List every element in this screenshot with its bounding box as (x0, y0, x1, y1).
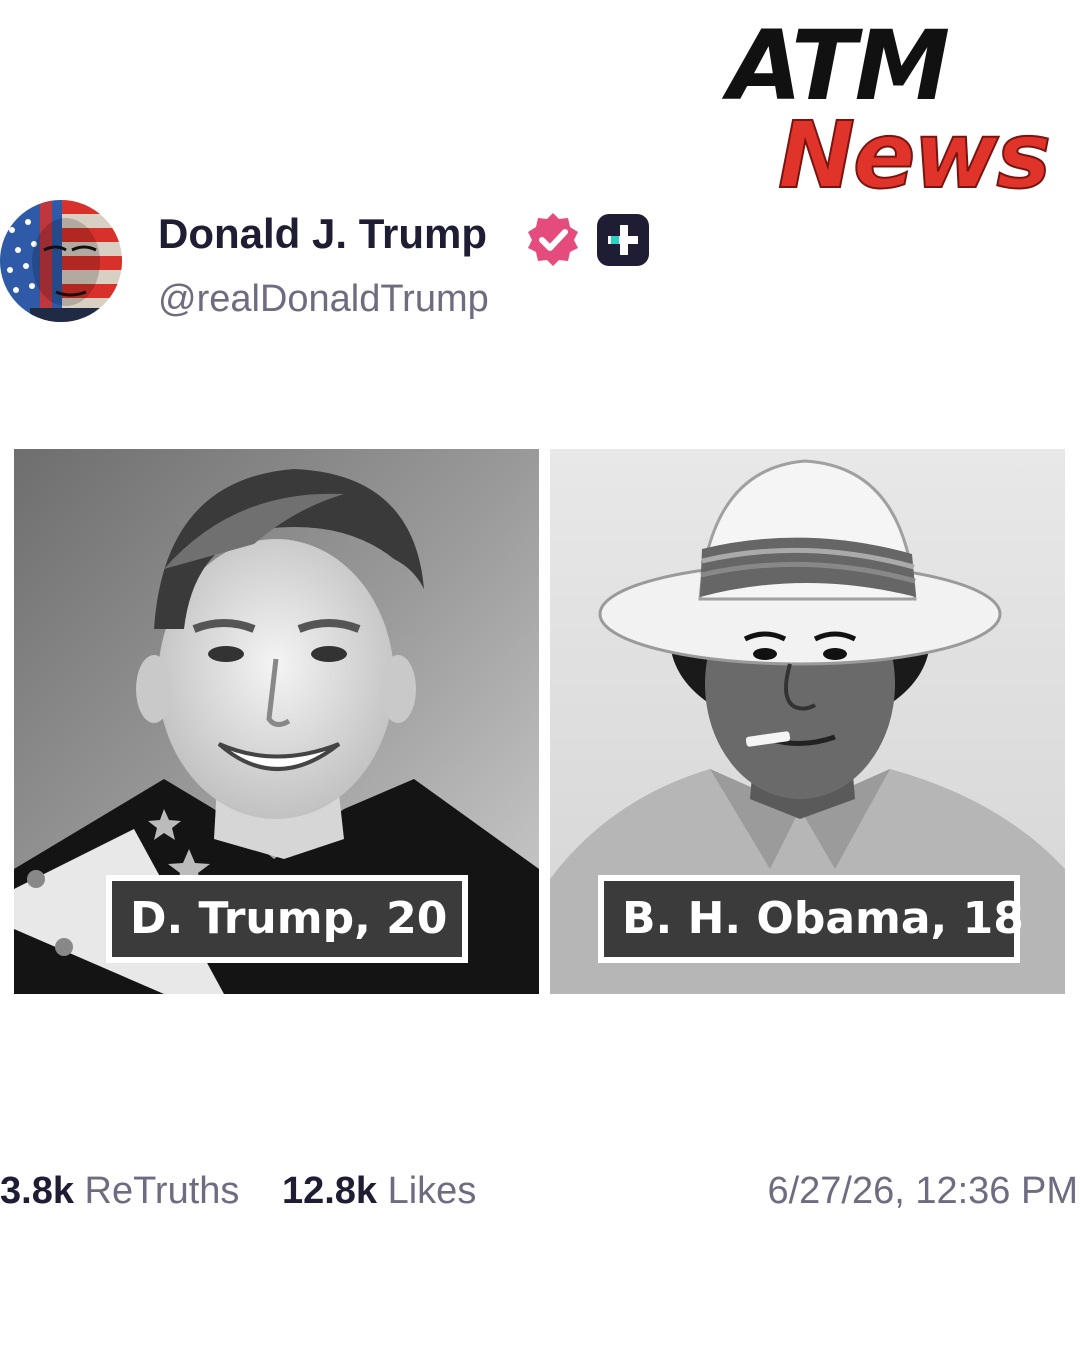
truth-plus-icon (596, 213, 650, 267)
retruths-count: 3.8k (0, 1170, 74, 1212)
image-caption-right: B. H. Obama, 18 (598, 875, 1024, 963)
post-image-right[interactable]: B. H. Obama, 18 (550, 449, 1065, 994)
likes-label: Likes (387, 1170, 477, 1212)
post-image-left[interactable]: D. Trump, 20 (14, 449, 539, 994)
verified-badge-icon (525, 211, 581, 267)
flag-face-avatar-icon (0, 200, 122, 322)
author-display-name[interactable]: Donald J. Trump (158, 210, 487, 258)
watermark-logo-news: News (777, 102, 1052, 209)
likes-stat[interactable]: 12.8k Likes (282, 1170, 476, 1212)
likes-count: 12.8k (281, 1170, 378, 1212)
avatar[interactable] (0, 200, 122, 322)
post-stats: 3.8k ReTruths 12.8k Likes (0, 1170, 476, 1213)
retruths-stat[interactable]: 3.8k ReTruths (0, 1170, 250, 1212)
truth-post-screenshot: ATM News Donald J. Trump @realDonaldTrum… (0, 0, 1080, 1350)
image-caption-left: D. Trump, 20 (106, 875, 468, 963)
watermark-logo-atm: ATM (728, 10, 950, 122)
post-timestamp[interactable]: 6/27/26, 12:36 PM (767, 1170, 1078, 1213)
author-handle[interactable]: @realDonaldTrump (158, 278, 489, 321)
retruths-label: ReTruths (84, 1170, 240, 1212)
